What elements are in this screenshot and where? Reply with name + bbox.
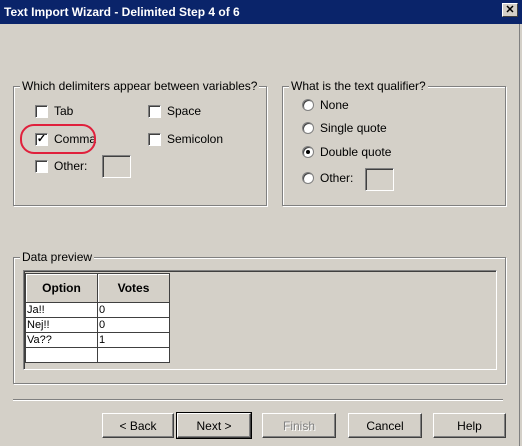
semicolon-option[interactable]: Semicolon bbox=[148, 132, 223, 146]
data-preview-legend: Data preview bbox=[20, 250, 95, 264]
qualifier-option-double-quote[interactable]: Double quote bbox=[302, 145, 391, 159]
table-row: Va?? 1 bbox=[25, 332, 170, 348]
table-cell[interactable]: Ja!! bbox=[25, 302, 98, 318]
comma-highlight-annotation bbox=[20, 124, 96, 154]
tab-option[interactable]: Tab bbox=[35, 104, 73, 118]
table-cell[interactable]: 0 bbox=[97, 317, 170, 333]
delimiters-legend: Which delimiters appear between variable… bbox=[20, 79, 260, 93]
back-button[interactable]: < Back bbox=[102, 413, 174, 438]
cancel-button[interactable]: Cancel bbox=[348, 413, 422, 438]
semicolon-label: Semicolon bbox=[167, 132, 224, 146]
table-cell[interactable]: Nej!! bbox=[25, 317, 98, 333]
table-cell[interactable]: 0 bbox=[97, 302, 170, 318]
preview-table: Option Votes Ja!! 0 Nej!! 0 Va?? 1 bbox=[25, 273, 170, 363]
window-title: Text Import Wizard - Delimited Step 4 of… bbox=[4, 5, 240, 19]
tab-checkbox[interactable] bbox=[35, 104, 48, 118]
qualifier-radio-none[interactable] bbox=[302, 99, 314, 111]
qualifier-label-single-quote: Single quote bbox=[320, 121, 387, 135]
table-row: Nej!! 0 bbox=[25, 317, 170, 333]
data-preview-grid[interactable]: Option Votes Ja!! 0 Nej!! 0 Va?? 1 bbox=[23, 270, 497, 370]
button-separator bbox=[13, 399, 503, 401]
table-cell[interactable] bbox=[97, 347, 170, 363]
qualifier-other-input[interactable] bbox=[365, 168, 394, 191]
table-row bbox=[25, 347, 170, 363]
qualifier-option-none[interactable]: None bbox=[302, 98, 349, 112]
qualifier-option-other[interactable]: Other: bbox=[302, 171, 353, 185]
title-bar: Text Import Wizard - Delimited Step 4 of… bbox=[0, 0, 522, 24]
close-window-button[interactable]: ✕ bbox=[502, 3, 518, 17]
tab-label: Tab bbox=[54, 104, 74, 118]
qualifier-option-single-quote[interactable]: Single quote bbox=[302, 121, 387, 135]
other-delimiter-label: Other: bbox=[54, 159, 88, 173]
finish-button[interactable]: Finish bbox=[262, 413, 336, 438]
preview-header-row: Option Votes bbox=[25, 273, 170, 303]
table-cell[interactable]: Va?? bbox=[25, 332, 98, 348]
qualifier-legend: What is the text qualifier? bbox=[289, 79, 428, 93]
qualifier-label-other: Other: bbox=[320, 171, 354, 185]
table-cell[interactable] bbox=[25, 347, 98, 363]
semicolon-checkbox[interactable] bbox=[148, 132, 161, 146]
qualifier-radio-single-quote[interactable] bbox=[302, 122, 314, 134]
column-header-option[interactable]: Option bbox=[25, 273, 98, 303]
qualifier-label-none: None bbox=[320, 98, 349, 112]
space-checkbox[interactable] bbox=[148, 104, 161, 118]
other-delimiter-input[interactable] bbox=[102, 155, 131, 178]
close-icon: ✕ bbox=[505, 3, 515, 16]
space-option[interactable]: Space bbox=[148, 104, 201, 118]
qualifier-radio-double-quote[interactable] bbox=[302, 146, 314, 158]
table-row: Ja!! 0 bbox=[25, 302, 170, 318]
qualifier-label-double-quote: Double quote bbox=[320, 145, 392, 159]
space-label: Space bbox=[167, 104, 202, 118]
other-delimiter-option[interactable]: Other: bbox=[35, 159, 87, 173]
table-cell[interactable]: 1 bbox=[97, 332, 170, 348]
column-header-votes[interactable]: Votes bbox=[97, 273, 170, 303]
other-delimiter-checkbox[interactable] bbox=[35, 159, 48, 173]
qualifier-radio-other[interactable] bbox=[302, 172, 314, 184]
help-button[interactable]: Help bbox=[433, 413, 506, 438]
next-button[interactable]: Next > bbox=[176, 412, 252, 439]
